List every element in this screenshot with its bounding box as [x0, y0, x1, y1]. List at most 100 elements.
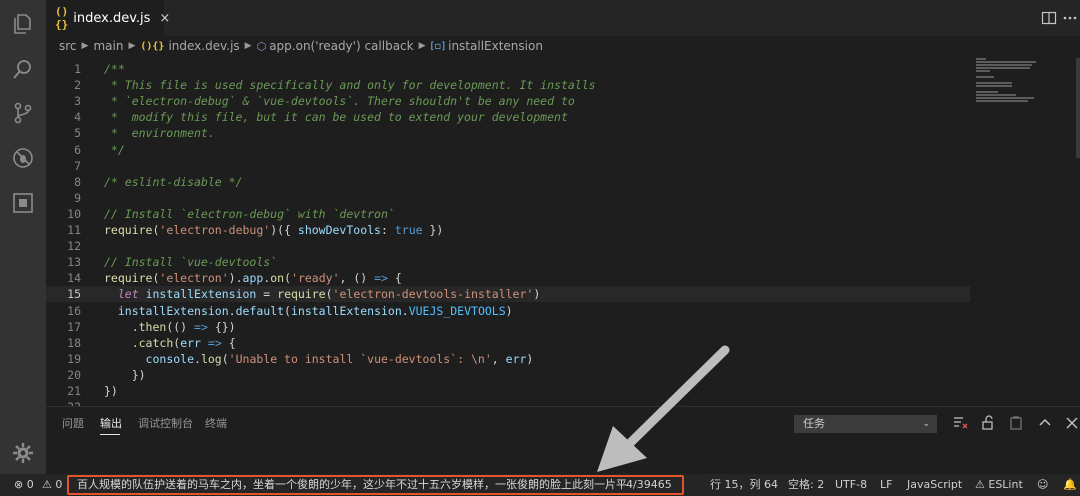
tab-problems[interactable]: 问题	[62, 415, 84, 431]
settings-gear-icon[interactable]	[11, 441, 35, 465]
line-number: 8	[74, 174, 81, 189]
code-text: * modify this file, but it can be used t…	[104, 110, 568, 125]
clear-output-icon[interactable]	[952, 415, 968, 431]
more-actions-icon[interactable]	[1062, 10, 1078, 26]
close-icon[interactable]: ×	[159, 11, 170, 26]
code-text: * This file is used specifically and onl…	[104, 78, 596, 93]
line-number: 17	[67, 319, 81, 334]
eslint-status[interactable]: ⚠ ESLint	[975, 474, 1023, 496]
breadcrumb-item-file[interactable]: index.dev.js	[168, 39, 239, 53]
indentation-spaces[interactable]: 空格: 2	[788, 474, 824, 496]
bottom-panel: 问题 输出 调试控制台 终端 任务 ⌄	[46, 406, 1080, 474]
notifications-bell-icon[interactable]: 🔔	[1063, 474, 1077, 496]
code-text: installExtension.default(installExtensio…	[117, 303, 513, 318]
tab-index-dev-js[interactable]: (){} index.dev.js ×	[46, 0, 170, 36]
annotation-arrow	[597, 345, 730, 472]
line-number: 12	[67, 239, 81, 254]
code-line[interactable]: 1 /**	[46, 61, 970, 77]
output-channel-select[interactable]: 任务 ⌄	[794, 415, 937, 433]
output-channel-value: 任务	[803, 417, 825, 430]
line-number: 1	[74, 62, 81, 76]
code-line[interactable]: 8 /* eslint-disable */	[46, 174, 970, 190]
code-text: * environment.	[104, 126, 215, 141]
code-line[interactable]: 14 require('electron').app.on('ready', ()…	[46, 270, 970, 286]
minimap[interactable]	[974, 56, 1044, 106]
code-text: /* eslint-disable */	[104, 174, 243, 189]
breadcrumb-item-src[interactable]: src	[59, 39, 77, 53]
line-number: 3	[74, 94, 81, 109]
tab-debug-console[interactable]: 调试控制台	[138, 415, 193, 431]
open-log-file-icon[interactable]	[1008, 415, 1024, 431]
code-line[interactable]: 2 * This file is used specifically and o…	[46, 77, 970, 93]
line-number: 9	[74, 190, 81, 205]
code-line[interactable]: 12	[46, 238, 970, 254]
code-line[interactable]: 3 * `electron-debug` & `vue-devtools`. T…	[46, 93, 970, 109]
line-number: 16	[67, 303, 81, 318]
code-line[interactable]: 18 .catch(err => {	[46, 335, 970, 351]
variable-icon: [▫]	[430, 40, 446, 52]
maximize-panel-icon[interactable]	[1037, 415, 1053, 431]
method-cube-icon: ⬡	[256, 39, 267, 53]
line-number: 4	[74, 110, 81, 125]
close-panel-icon[interactable]	[1064, 415, 1080, 431]
code-line[interactable]: 15 let installExtension = require('elect…	[46, 286, 970, 303]
code-line[interactable]: 10 // Install `electron-debug` with `devt…	[46, 206, 970, 222]
warning-count[interactable]: ⚠ 0	[42, 474, 62, 496]
code-text: // Install `electron-debug` with `devtro…	[104, 206, 395, 221]
code-line[interactable]: 13 // Install `vue-devtools`	[46, 254, 970, 270]
chevron-right-icon: ▶	[128, 41, 136, 51]
code-line[interactable]: 7	[46, 158, 970, 174]
error-count[interactable]: ⊗ 0	[14, 474, 34, 496]
feedback-smiley-icon[interactable]: ☺	[1037, 474, 1048, 496]
end-of-line[interactable]: LF	[880, 474, 892, 496]
error-icon: ⊗	[14, 478, 24, 491]
code-line[interactable]: 9	[46, 190, 970, 206]
explorer-icon[interactable]	[11, 12, 35, 36]
tab-output[interactable]: 输出	[100, 415, 122, 431]
code-line[interactable]: 17 .then(() => {})	[46, 319, 970, 335]
code-text: })	[104, 384, 118, 398]
lock-icon[interactable]	[980, 415, 996, 431]
line-number: 15	[67, 287, 81, 302]
active-tab-indicator	[100, 434, 120, 435]
code-line[interactable]: 22	[46, 399, 970, 406]
split-editor-icon[interactable]	[1041, 10, 1057, 26]
debug-icon[interactable]	[11, 146, 35, 170]
source-control-icon[interactable]	[11, 101, 35, 125]
code-line[interactable]: 16 installExtension.default(installExten…	[46, 303, 970, 319]
code-line[interactable]: 11 require('electron-debug')({ showDevToo…	[46, 222, 970, 238]
status-message: 百人规模的队伍护送着的马车之内，坐着一个俊朗的少年，这少年不过十五六岁模样，一张…	[77, 478, 627, 491]
file-encoding[interactable]: UTF-8	[835, 474, 867, 496]
chevron-right-icon: ▶	[418, 41, 426, 51]
code-text: */	[104, 142, 125, 157]
editor-tab-bar: (){} index.dev.js ×	[46, 0, 1080, 36]
code-text: require('electron').app.on('ready', () =…	[104, 271, 402, 286]
search-icon[interactable]	[11, 57, 35, 81]
line-number: 13	[67, 255, 81, 270]
code-editor[interactable]: 1/** 2 * This file is used specifically a…	[46, 56, 1080, 406]
breadcrumb-item-callback[interactable]: app.on('ready') callback	[269, 39, 413, 53]
tab-terminal[interactable]: 终端	[205, 415, 227, 431]
breadcrumb-item-main[interactable]: main	[93, 39, 123, 53]
code-line[interactable]: 19 console.log('Unable to install `vue-d…	[46, 351, 970, 367]
code-text: .catch(err => {	[104, 335, 236, 350]
code-line[interactable]: 20 })	[46, 367, 970, 383]
code-line[interactable]: 5 * environment.	[46, 125, 970, 141]
code-text: require('electron-debug')({ showDevTools…	[104, 223, 444, 237]
code-line[interactable]: 21})	[46, 383, 970, 399]
language-mode[interactable]: JavaScript	[907, 474, 962, 496]
breadcrumb-item-symbol[interactable]: installExtension	[448, 39, 543, 53]
code-line[interactable]: 6 */	[46, 142, 970, 158]
code-line[interactable]: 4 * modify this file, but it can be used…	[46, 109, 970, 125]
chevron-right-icon: ▶	[244, 41, 252, 51]
chevron-right-icon: ▶	[81, 41, 89, 51]
line-number: 18	[67, 335, 81, 350]
code-text: .then(() => {})	[104, 319, 236, 334]
javascript-file-icon: (){}	[55, 5, 69, 31]
line-number: 20	[67, 367, 81, 382]
editor-scrollbar[interactable]	[1076, 58, 1080, 158]
warning-icon: ⚠	[975, 478, 985, 491]
line-number: 10	[67, 206, 81, 221]
extensions-icon[interactable]	[11, 191, 35, 215]
line-number: 5	[74, 126, 81, 141]
